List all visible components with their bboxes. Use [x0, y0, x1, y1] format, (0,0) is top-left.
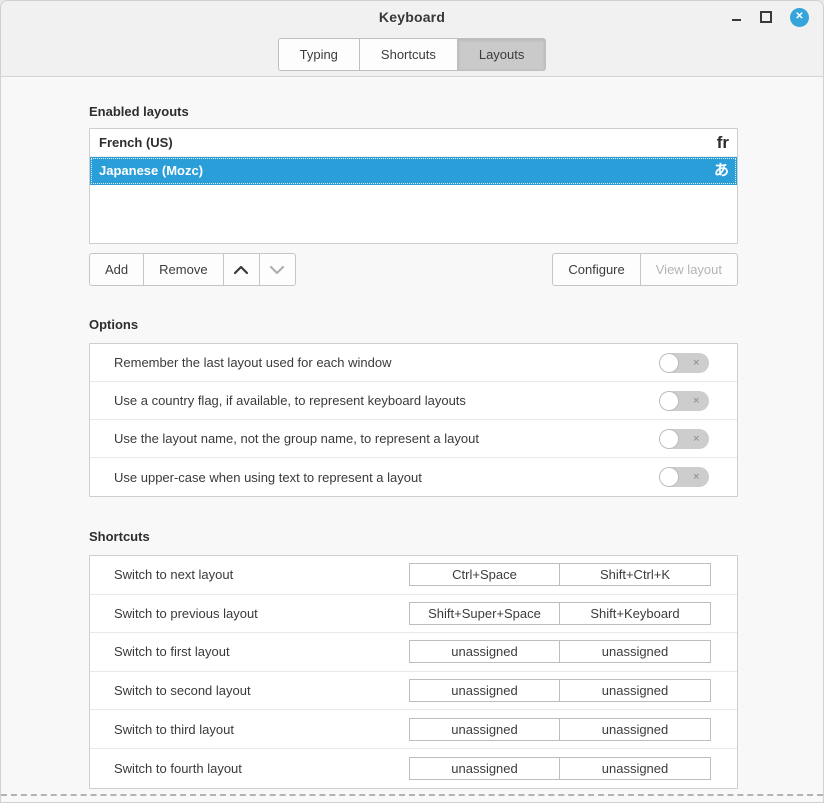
keyboard-settings-window: Keyboard ✕ Typing Shortcuts La [0, 0, 824, 803]
keybinding-group: Ctrl+Space Shift+Ctrl+K [409, 563, 711, 586]
keybinding-button-1[interactable]: unassigned [409, 718, 560, 741]
keybinding-group: unassigned unassigned [409, 718, 711, 741]
enabled-layouts-list: French (US) fr Japanese (Mozc) あ [89, 128, 738, 244]
tab-shortcuts-label: Shortcuts [381, 47, 436, 62]
layout-name-toggle[interactable]: ✕ [659, 429, 709, 449]
view-layout-button[interactable]: View layout [641, 253, 738, 286]
minimize-button[interactable] [731, 12, 742, 23]
option-label: Use the layout name, not the group name,… [114, 431, 479, 446]
keybinding-button-1[interactable]: unassigned [409, 757, 560, 780]
shortcut-label: Switch to third layout [114, 722, 234, 737]
keybinding-button-2[interactable]: unassigned [560, 757, 711, 780]
shortcut-row-next-layout: Switch to next layout Ctrl+Space Shift+C… [90, 556, 737, 595]
keybinding-button-1[interactable]: unassigned [409, 679, 560, 702]
tab-bar: Typing Shortcuts Layouts [1, 38, 823, 71]
shortcut-label: Switch to next layout [114, 567, 233, 582]
shortcut-row-first-layout: Switch to first layout unassigned unassi… [90, 633, 737, 672]
toggle-off-x-icon: ✕ [692, 358, 700, 367]
titlebar[interactable]: Keyboard ✕ [1, 1, 823, 33]
layout-indicator-badge: あ [714, 163, 729, 178]
maximize-button[interactable] [760, 11, 772, 23]
shortcut-label: Switch to first layout [114, 644, 230, 659]
layouts-toolbar: Add Remove Configure View layout [89, 253, 738, 286]
shortcut-row-fourth-layout: Switch to fourth layout unassigned unass… [90, 749, 737, 788]
layout-name: French (US) [99, 135, 173, 150]
add-layout-label: Add [105, 262, 128, 277]
toggle-off-x-icon: ✕ [692, 434, 700, 443]
move-up-button[interactable] [224, 253, 260, 286]
upper-case-toggle[interactable]: ✕ [659, 467, 709, 487]
option-label: Remember the last layout used for each w… [114, 355, 391, 370]
keybinding-group: unassigned unassigned [409, 640, 711, 663]
keybinding-group: unassigned unassigned [409, 679, 711, 702]
shortcuts-heading: Shortcuts [89, 529, 738, 544]
shortcut-label: Switch to previous layout [114, 606, 258, 621]
toggle-knob [660, 354, 678, 372]
keybinding-button-2[interactable]: unassigned [560, 718, 711, 741]
add-layout-button[interactable]: Add [89, 253, 144, 286]
option-row-remember-layout: Remember the last layout used for each w… [90, 344, 737, 382]
move-down-button[interactable] [260, 253, 296, 286]
option-row-layout-name: Use the layout name, not the group name,… [90, 420, 737, 458]
window-resize-edge[interactable] [1, 794, 823, 796]
tab-layouts[interactable]: Layouts [458, 38, 547, 71]
view-layout-label: View layout [656, 262, 722, 277]
close-button[interactable]: ✕ [790, 8, 809, 27]
chevron-down-icon [269, 265, 285, 275]
window-controls: ✕ [731, 1, 809, 33]
shortcut-label: Switch to fourth layout [114, 761, 242, 776]
tab-typing[interactable]: Typing [278, 38, 360, 71]
toggle-knob [660, 468, 678, 486]
remember-layout-toggle[interactable]: ✕ [659, 353, 709, 373]
country-flag-toggle[interactable]: ✕ [659, 391, 709, 411]
keybinding-button-1[interactable]: Shift+Super+Space [409, 602, 560, 625]
keybinding-button-2[interactable]: unassigned [560, 679, 711, 702]
options-heading: Options [89, 317, 738, 332]
chevron-up-icon [233, 265, 249, 275]
keybinding-group: unassigned unassigned [409, 757, 711, 780]
close-icon: ✕ [795, 12, 803, 22]
keybinding-group: Shift+Super+Space Shift+Keyboard [409, 602, 711, 625]
window-header: Keyboard ✕ Typing Shortcuts La [1, 1, 823, 77]
keybinding-button-2[interactable]: Shift+Ctrl+K [560, 563, 711, 586]
tab-layouts-label: Layouts [479, 47, 525, 62]
layout-row-french[interactable]: French (US) fr [90, 129, 737, 157]
keybinding-button-1[interactable]: Ctrl+Space [409, 563, 560, 586]
shortcut-row-third-layout: Switch to third layout unassigned unassi… [90, 710, 737, 749]
layout-indicator-badge: fr [717, 134, 729, 151]
toggle-off-x-icon: ✕ [692, 473, 700, 482]
options-panel: Remember the last layout used for each w… [89, 343, 738, 497]
option-row-upper-case: Use upper-case when using text to repres… [90, 458, 737, 496]
toggle-off-x-icon: ✕ [692, 396, 700, 405]
shortcuts-panel: Switch to next layout Ctrl+Space Shift+C… [89, 555, 738, 789]
option-row-country-flag: Use a country flag, if available, to rep… [90, 382, 737, 420]
remove-layout-button[interactable]: Remove [144, 253, 223, 286]
shortcut-row-second-layout: Switch to second layout unassigned unass… [90, 672, 737, 711]
window-title: Keyboard [1, 9, 823, 25]
keybinding-button-2[interactable]: unassigned [560, 640, 711, 663]
layout-action-button-group: Configure View layout [552, 253, 738, 286]
toggle-knob [660, 392, 678, 410]
layouts-page: Enabled layouts French (US) fr Japanese … [89, 104, 738, 789]
remove-layout-label: Remove [159, 262, 207, 277]
layout-name: Japanese (Mozc) [99, 163, 203, 178]
keybinding-button-1[interactable]: unassigned [409, 640, 560, 663]
option-label: Use a country flag, if available, to rep… [114, 393, 466, 408]
keybinding-button-2[interactable]: Shift+Keyboard [560, 602, 711, 625]
enabled-layouts-heading: Enabled layouts [89, 104, 738, 119]
toggle-knob [660, 430, 678, 448]
shortcut-row-previous-layout: Switch to previous layout Shift+Super+Sp… [90, 595, 737, 634]
configure-button[interactable]: Configure [552, 253, 640, 286]
list-edit-button-group: Add Remove [89, 253, 296, 286]
option-label: Use upper-case when using text to repres… [114, 470, 422, 485]
shortcut-label: Switch to second layout [114, 683, 251, 698]
layout-row-japanese[interactable]: Japanese (Mozc) あ [90, 157, 737, 185]
configure-label: Configure [568, 262, 624, 277]
tab-shortcuts[interactable]: Shortcuts [360, 38, 458, 71]
tab-typing-label: Typing [300, 47, 338, 62]
